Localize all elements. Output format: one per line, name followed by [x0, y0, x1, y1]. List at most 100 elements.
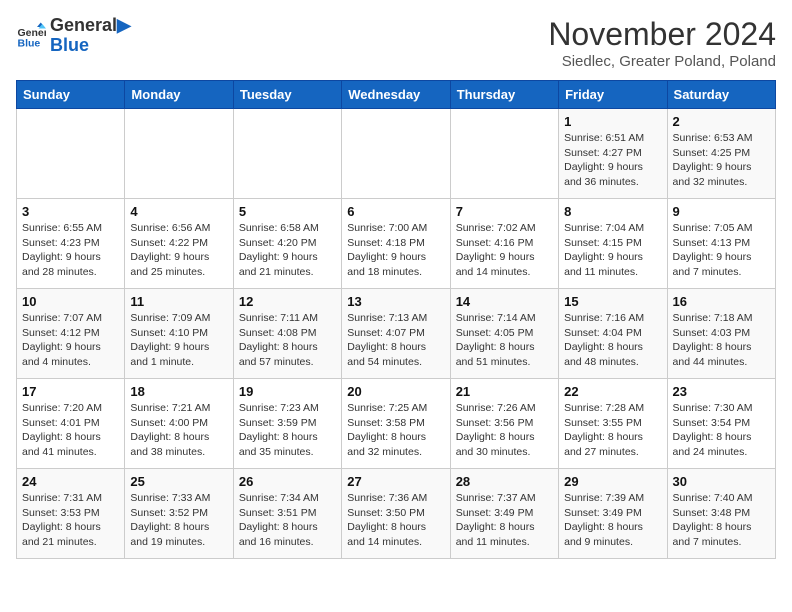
calendar-cell: 8 Sunrise: 7:04 AM Sunset: 4:15 PM Daylig…: [559, 199, 667, 289]
day-number: 3: [22, 204, 119, 219]
day-number: 26: [239, 474, 336, 489]
month-title: November 2024: [548, 16, 776, 53]
calendar-cell: 3Sunrise: 6:55 AM Sunset: 4:23 PM Daylig…: [17, 199, 125, 289]
day-number: 6: [347, 204, 444, 219]
svg-text:Blue: Blue: [18, 37, 41, 49]
day-number: 22: [564, 384, 661, 399]
day-number: 2: [673, 114, 770, 129]
calendar-cell: 18 Sunrise: 7:21 AM Sunset: 4:00 PM Dayli…: [125, 379, 233, 469]
calendar-cell: 2 Sunrise: 6:53 AM Sunset: 4:25 PM Daylig…: [667, 109, 775, 199]
calendar-cell: 10 Sunrise: 7:07 AM Sunset: 4:12 PM Dayli…: [17, 289, 125, 379]
day-number: 28: [456, 474, 553, 489]
day-number: 1: [564, 114, 661, 129]
day-info: Sunrise: 7:36 AM Sunset: 3:50 PM Dayligh…: [347, 491, 444, 550]
day-number: 20: [347, 384, 444, 399]
calendar-cell: 5Sunrise: 6:58 AM Sunset: 4:20 PM Daylig…: [233, 199, 341, 289]
day-number: 16: [673, 294, 770, 309]
day-info: Sunrise: 7:07 AM Sunset: 4:12 PM Dayligh…: [22, 311, 119, 370]
calendar-cell: 29Sunrise: 7:39 AM Sunset: 3:49 PM Dayli…: [559, 469, 667, 559]
calendar-cell: 15Sunrise: 7:16 AM Sunset: 4:04 PM Dayli…: [559, 289, 667, 379]
calendar-cell: 7 Sunrise: 7:02 AM Sunset: 4:16 PM Daylig…: [450, 199, 558, 289]
header-day: Sunday: [17, 81, 125, 109]
day-info: Sunrise: 7:11 AM Sunset: 4:08 PM Dayligh…: [239, 311, 336, 370]
calendar-cell: 19Sunrise: 7:23 AM Sunset: 3:59 PM Dayli…: [233, 379, 341, 469]
day-info: Sunrise: 7:13 AM Sunset: 4:07 PM Dayligh…: [347, 311, 444, 370]
calendar-week-row: 17 Sunrise: 7:20 AM Sunset: 4:01 PM Dayli…: [17, 379, 776, 469]
header-day: Friday: [559, 81, 667, 109]
header-day: Monday: [125, 81, 233, 109]
logo: General Blue General▶ Blue: [16, 16, 131, 56]
day-number: 21: [456, 384, 553, 399]
day-info: Sunrise: 7:09 AM Sunset: 4:10 PM Dayligh…: [130, 311, 227, 370]
calendar-cell: 9 Sunrise: 7:05 AM Sunset: 4:13 PM Daylig…: [667, 199, 775, 289]
day-number: 29: [564, 474, 661, 489]
calendar-cell: 1 Sunrise: 6:51 AM Sunset: 4:27 PM Daylig…: [559, 109, 667, 199]
day-number: 10: [22, 294, 119, 309]
day-info: Sunrise: 7:31 AM Sunset: 3:53 PM Dayligh…: [22, 491, 119, 550]
day-info: Sunrise: 7:00 AM Sunset: 4:18 PM Dayligh…: [347, 221, 444, 280]
day-info: Sunrise: 7:21 AM Sunset: 4:00 PM Dayligh…: [130, 401, 227, 460]
calendar-cell: 26 Sunrise: 7:34 AM Sunset: 3:51 PM Dayli…: [233, 469, 341, 559]
day-number: 27: [347, 474, 444, 489]
calendar-cell: 14Sunrise: 7:14 AM Sunset: 4:05 PM Dayli…: [450, 289, 558, 379]
day-info: Sunrise: 6:53 AM Sunset: 4:25 PM Dayligh…: [673, 131, 770, 190]
day-number: 4: [130, 204, 227, 219]
title-area: November 2024 Siedlec, Greater Poland, P…: [548, 16, 776, 70]
header-day: Tuesday: [233, 81, 341, 109]
day-info: Sunrise: 7:14 AM Sunset: 4:05 PM Dayligh…: [456, 311, 553, 370]
day-info: Sunrise: 7:28 AM Sunset: 3:55 PM Dayligh…: [564, 401, 661, 460]
calendar-cell: 21 Sunrise: 7:26 AM Sunset: 3:56 PM Dayli…: [450, 379, 558, 469]
header-day: Wednesday: [342, 81, 450, 109]
day-info: Sunrise: 7:18 AM Sunset: 4:03 PM Dayligh…: [673, 311, 770, 370]
day-info: Sunrise: 7:20 AM Sunset: 4:01 PM Dayligh…: [22, 401, 119, 460]
calendar-cell: [125, 109, 233, 199]
calendar-cell: 6 Sunrise: 7:00 AM Sunset: 4:18 PM Daylig…: [342, 199, 450, 289]
calendar-cell: 12 Sunrise: 7:11 AM Sunset: 4:08 PM Dayli…: [233, 289, 341, 379]
day-info: Sunrise: 7:04 AM Sunset: 4:15 PM Dayligh…: [564, 221, 661, 280]
calendar-week-row: 3Sunrise: 6:55 AM Sunset: 4:23 PM Daylig…: [17, 199, 776, 289]
calendar-body: 1 Sunrise: 6:51 AM Sunset: 4:27 PM Daylig…: [17, 109, 776, 559]
calendar-cell: 22 Sunrise: 7:28 AM Sunset: 3:55 PM Dayli…: [559, 379, 667, 469]
day-info: Sunrise: 6:58 AM Sunset: 4:20 PM Dayligh…: [239, 221, 336, 280]
calendar-cell: 28 Sunrise: 7:37 AM Sunset: 3:49 PM Dayli…: [450, 469, 558, 559]
calendar-week-row: 1 Sunrise: 6:51 AM Sunset: 4:27 PM Daylig…: [17, 109, 776, 199]
calendar-cell: 24 Sunrise: 7:31 AM Sunset: 3:53 PM Dayli…: [17, 469, 125, 559]
day-info: Sunrise: 7:33 AM Sunset: 3:52 PM Dayligh…: [130, 491, 227, 550]
calendar-cell: 23Sunrise: 7:30 AM Sunset: 3:54 PM Dayli…: [667, 379, 775, 469]
day-number: 23: [673, 384, 770, 399]
day-info: Sunrise: 7:16 AM Sunset: 4:04 PM Dayligh…: [564, 311, 661, 370]
calendar-cell: 17 Sunrise: 7:20 AM Sunset: 4:01 PM Dayli…: [17, 379, 125, 469]
day-number: 17: [22, 384, 119, 399]
logo-general-text: General▶: [50, 16, 131, 36]
calendar-cell: [342, 109, 450, 199]
calendar-cell: 27 Sunrise: 7:36 AM Sunset: 3:50 PM Dayli…: [342, 469, 450, 559]
day-info: Sunrise: 7:25 AM Sunset: 3:58 PM Dayligh…: [347, 401, 444, 460]
day-info: Sunrise: 6:51 AM Sunset: 4:27 PM Dayligh…: [564, 131, 661, 190]
calendar-cell: 30Sunrise: 7:40 AM Sunset: 3:48 PM Dayli…: [667, 469, 775, 559]
day-info: Sunrise: 7:02 AM Sunset: 4:16 PM Dayligh…: [456, 221, 553, 280]
calendar-cell: [233, 109, 341, 199]
calendar-cell: [17, 109, 125, 199]
day-info: Sunrise: 7:37 AM Sunset: 3:49 PM Dayligh…: [456, 491, 553, 550]
day-info: Sunrise: 7:05 AM Sunset: 4:13 PM Dayligh…: [673, 221, 770, 280]
header-day: Saturday: [667, 81, 775, 109]
day-number: 9: [673, 204, 770, 219]
day-info: Sunrise: 7:34 AM Sunset: 3:51 PM Dayligh…: [239, 491, 336, 550]
day-number: 7: [456, 204, 553, 219]
day-info: Sunrise: 7:26 AM Sunset: 3:56 PM Dayligh…: [456, 401, 553, 460]
calendar-cell: 25 Sunrise: 7:33 AM Sunset: 3:52 PM Dayli…: [125, 469, 233, 559]
day-number: 24: [22, 474, 119, 489]
day-number: 25: [130, 474, 227, 489]
header-day: Thursday: [450, 81, 558, 109]
day-number: 18: [130, 384, 227, 399]
calendar-table: SundayMondayTuesdayWednesdayThursdayFrid…: [16, 80, 776, 559]
calendar-week-row: 10 Sunrise: 7:07 AM Sunset: 4:12 PM Dayli…: [17, 289, 776, 379]
calendar-cell: 4Sunrise: 6:56 AM Sunset: 4:22 PM Daylig…: [125, 199, 233, 289]
calendar-cell: [450, 109, 558, 199]
logo-icon: General Blue: [16, 21, 46, 51]
calendar-header: SundayMondayTuesdayWednesdayThursdayFrid…: [17, 81, 776, 109]
logo-blue-text: Blue: [50, 36, 131, 56]
day-number: 8: [564, 204, 661, 219]
calendar-cell: 13Sunrise: 7:13 AM Sunset: 4:07 PM Dayli…: [342, 289, 450, 379]
day-number: 12: [239, 294, 336, 309]
